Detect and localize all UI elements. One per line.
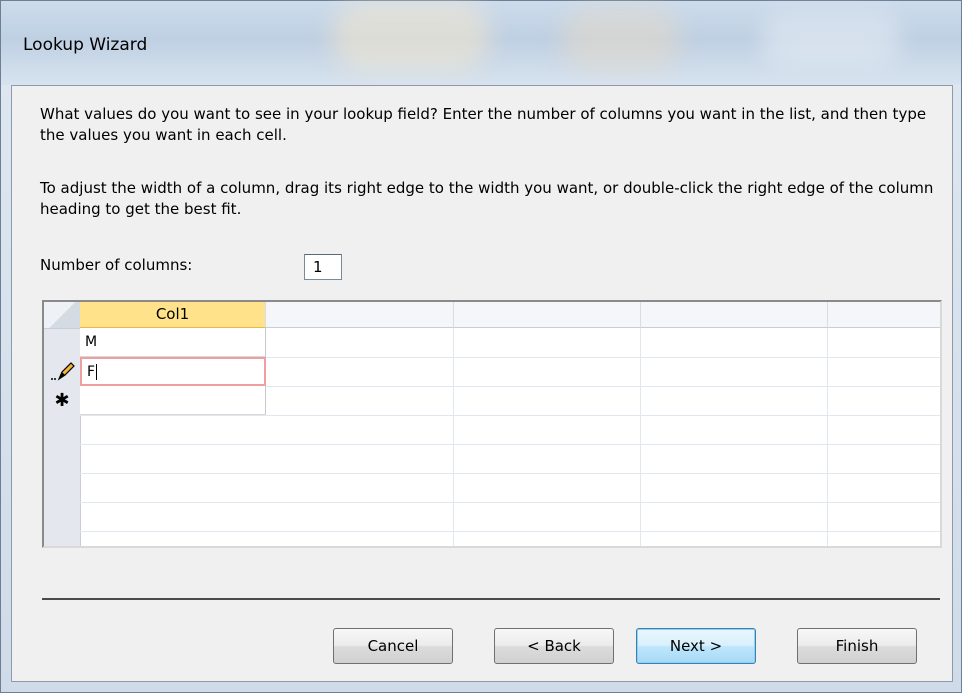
- instruction-text-2: To adjust the width of a column, drag it…: [40, 179, 934, 218]
- column-header-empty: [454, 302, 641, 328]
- number-of-columns-label: Number of columns:: [40, 256, 193, 274]
- grid-cell-row2-editing[interactable]: F: [80, 357, 266, 386]
- window-title: Lookup Wizard: [23, 35, 148, 55]
- back-button[interactable]: < Back: [494, 628, 614, 664]
- grid-cell-new-row[interactable]: [80, 386, 266, 415]
- finish-button-label: Finish: [835, 637, 879, 655]
- column-header-empty: [641, 302, 828, 328]
- cancel-button[interactable]: Cancel: [333, 628, 453, 664]
- grid-cell-row1[interactable]: M: [80, 328, 266, 357]
- select-all-corner[interactable]: [44, 302, 80, 329]
- lookup-values-grid[interactable]: Col1 M F ✱: [42, 300, 942, 548]
- next-button[interactable]: Next >: [636, 628, 756, 664]
- grid-cell-row2-value: F: [87, 364, 96, 380]
- separator: [42, 598, 940, 600]
- column-header-col1[interactable]: Col1: [80, 302, 266, 328]
- row-selector-column: [44, 302, 81, 546]
- new-record-asterisk-icon[interactable]: ✱: [44, 386, 80, 415]
- lookup-wizard-window: Lookup Wizard What values do you want to…: [0, 0, 962, 693]
- wizard-body: What values do you want to see in your l…: [11, 85, 953, 682]
- row-selector-editing[interactable]: [44, 357, 80, 386]
- pencil-icon: [51, 362, 75, 381]
- instruction-text-1: What values do you want to see in your l…: [40, 105, 927, 144]
- finish-button[interactable]: Finish: [797, 628, 917, 664]
- text-caret: [96, 364, 98, 380]
- cancel-button-label: Cancel: [367, 637, 419, 655]
- number-of-columns-input[interactable]: 1: [304, 254, 342, 280]
- column-header-empty: [266, 302, 454, 328]
- next-button-label: Next >: [669, 637, 723, 655]
- title-bar[interactable]: Lookup Wizard: [1, 1, 961, 85]
- back-button-label: < Back: [527, 637, 581, 655]
- column-header-empty: [828, 302, 940, 328]
